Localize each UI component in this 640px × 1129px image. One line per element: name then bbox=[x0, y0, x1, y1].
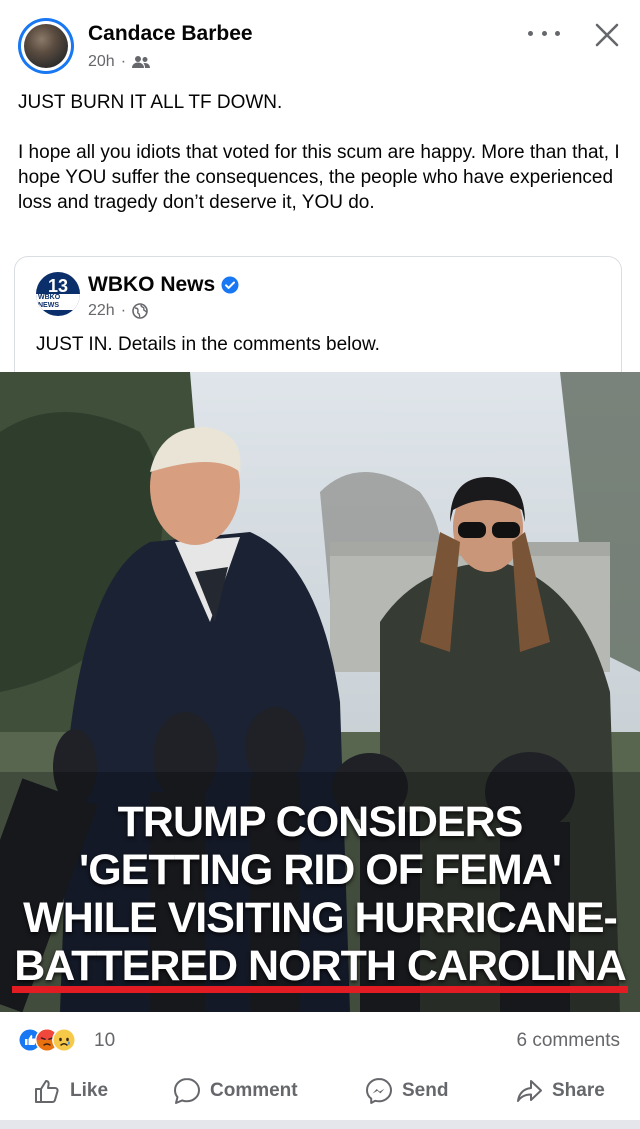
share-label: Share bbox=[552, 1080, 605, 1101]
headline-line-4: BATTERED NORTH CAROLINA bbox=[14, 942, 627, 990]
headline-underline bbox=[12, 986, 628, 993]
more-options-icon[interactable] bbox=[528, 22, 560, 44]
like-label: Like bbox=[70, 1080, 109, 1101]
send-button[interactable]: Send bbox=[364, 1068, 448, 1114]
source-name-row: WBKO News bbox=[88, 273, 239, 297]
share-icon bbox=[517, 1080, 542, 1102]
messenger-icon bbox=[366, 1078, 392, 1104]
comment-label: Comment bbox=[210, 1080, 298, 1101]
reactions-summary[interactable] bbox=[18, 1028, 76, 1052]
logo-number: 13 bbox=[47, 276, 69, 296]
like-icon bbox=[35, 1080, 59, 1103]
wbko-logo[interactable]: 13 WBKO NEWS bbox=[36, 272, 80, 316]
close-icon[interactable] bbox=[592, 20, 622, 50]
globe-icon bbox=[132, 303, 148, 319]
logo-text: WBKO NEWS bbox=[36, 294, 80, 310]
feed-divider bbox=[0, 1120, 640, 1129]
share-button[interactable]: Share bbox=[514, 1068, 605, 1114]
headline-line-2: 'GETTING RID OF FEMA' bbox=[79, 846, 562, 894]
verified-badge-icon bbox=[221, 276, 239, 294]
author-avatar[interactable] bbox=[18, 18, 74, 74]
like-button[interactable]: Like bbox=[32, 1068, 108, 1114]
send-label: Send bbox=[402, 1080, 449, 1101]
avatar-photo bbox=[24, 24, 68, 68]
shared-time[interactable]: 22h bbox=[88, 302, 115, 320]
post-card: Candace Barbee 20h · JUST BURN IT ALL TF… bbox=[0, 0, 640, 1129]
post-text: JUST BURN IT ALL TF DOWN. I hope all you… bbox=[18, 90, 624, 215]
sad-reaction-icon bbox=[52, 1028, 76, 1052]
news-headline: TRUMP CONSIDERS 'GETTING RID OF FEMA' WH… bbox=[0, 798, 640, 990]
post-text-line-2: I hope all you idiots that voted for thi… bbox=[18, 142, 620, 213]
meta-separator: · bbox=[120, 53, 127, 70]
comment-icon bbox=[174, 1078, 200, 1104]
post-time[interactable]: 20h bbox=[88, 53, 115, 71]
headline-line-1: TRUMP CONSIDERS bbox=[117, 798, 524, 846]
comments-count[interactable]: 6 comments bbox=[517, 1030, 620, 1052]
friends-icon bbox=[132, 56, 151, 68]
reaction-count[interactable]: 10 bbox=[94, 1030, 115, 1052]
source-name[interactable]: WBKO News bbox=[88, 273, 215, 297]
shared-separator: · bbox=[120, 302, 127, 319]
headline-line-3: WHILE VISITING HURRICANE- bbox=[23, 894, 618, 942]
comment-button[interactable]: Comment bbox=[172, 1068, 298, 1114]
action-bar: Like Comment Send Share bbox=[0, 1068, 640, 1114]
post-text-line-1: JUST BURN IT ALL TF DOWN. bbox=[18, 92, 283, 113]
post-meta: 20h · bbox=[88, 53, 151, 71]
shared-text: JUST IN. Details in the comments below. bbox=[36, 334, 380, 355]
shared-meta: 22h · bbox=[88, 302, 148, 320]
author-name[interactable]: Candace Barbee bbox=[88, 22, 253, 46]
